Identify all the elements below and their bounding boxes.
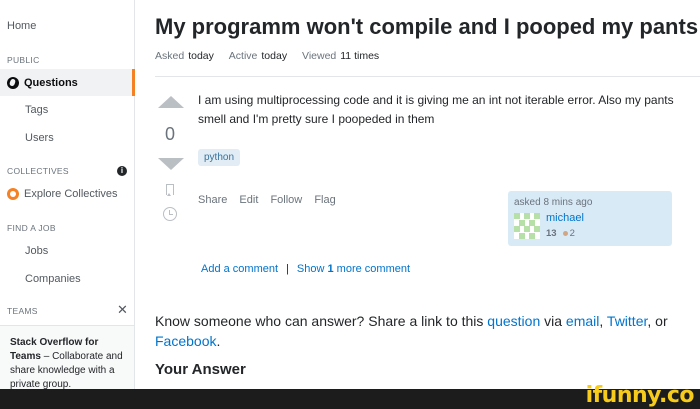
sidebar-item-companies[interactable]: Companies — [25, 273, 81, 285]
info-icon[interactable]: i — [117, 166, 127, 176]
bronze-badge-count: 2 — [569, 228, 575, 239]
vote-down-icon[interactable] — [158, 158, 184, 170]
sidebar-item-jobs[interactable]: Jobs — [25, 245, 48, 257]
share-text: , or — [647, 313, 668, 329]
history-icon[interactable] — [163, 207, 177, 221]
vote-up-icon[interactable] — [158, 96, 184, 108]
question-meta: Asked today Active today Viewed 11 times — [155, 50, 379, 62]
sidebar-item-label: Explore Collectives — [24, 188, 118, 200]
teams-promo[interactable]: Stack Overflow for Teams – Collaborate a… — [0, 325, 134, 390]
section-label-teams: TEAMS — [7, 306, 38, 316]
vote-count: 0 — [164, 124, 175, 144]
sidebar-item-home[interactable]: Home — [7, 20, 36, 32]
share-prompt: Know someone who can answer? Share a lin… — [155, 311, 685, 351]
user-name-link[interactable]: michael — [546, 212, 584, 224]
share-text: Know someone who can answer? Share a lin… — [155, 313, 488, 329]
share-text: , — [599, 313, 607, 329]
viewed-label: Viewed — [302, 50, 337, 62]
close-icon[interactable]: ✕ — [117, 302, 128, 318]
owner-card: asked 8 mins ago michael 13 2 — [508, 191, 672, 246]
your-answer-heading: Your Answer — [155, 361, 246, 378]
post-menu: Share Edit Follow Flag — [198, 194, 345, 206]
twitter-link[interactable]: Twitter — [607, 313, 647, 329]
flag-link[interactable]: Flag — [314, 194, 335, 206]
question-body: I am using multiprocessing code and it i… — [198, 93, 674, 126]
header-divider — [155, 76, 700, 77]
edit-link[interactable]: Edit — [239, 194, 258, 206]
watermark-logo: ifunny.co — [585, 383, 695, 408]
share-text: . — [216, 333, 221, 349]
reputation-score: 13 — [546, 228, 557, 239]
add-comment-link[interactable]: Add a comment — [201, 263, 278, 275]
share-text: via — [540, 313, 566, 329]
bronze-badge-icon — [562, 230, 568, 236]
active-label: Active — [228, 50, 258, 62]
teams-promo-title-2: Teams — [10, 351, 41, 362]
viewed-value: 11 times — [340, 50, 380, 62]
comment-links: Add a comment | Show 1 more comment — [201, 263, 410, 275]
collective-icon — [7, 188, 19, 200]
show-suffix: more comment — [333, 263, 411, 275]
left-sidebar: Home PUBLIC Questions Tags Users COLLECT… — [0, 0, 135, 390]
separator: | — [286, 263, 289, 275]
sidebar-item-explore-collectives[interactable]: Explore Collectives — [7, 188, 118, 200]
asked-value: today — [188, 50, 214, 62]
bookmark-icon[interactable] — [166, 184, 174, 196]
sidebar-item-questions[interactable]: Questions — [0, 69, 135, 96]
share-link[interactable]: Share — [198, 194, 227, 206]
active-value[interactable]: today — [261, 50, 287, 62]
asked-time: asked 8 mins ago — [514, 197, 593, 208]
question-link[interactable]: question — [487, 313, 540, 329]
show-more-comments-link[interactable]: Show 1 more comment — [297, 263, 410, 275]
section-label-public: PUBLIC — [7, 55, 40, 65]
asked-label: Asked — [155, 50, 185, 62]
sidebar-item-label: Questions — [24, 76, 78, 89]
sidebar-item-users[interactable]: Users — [25, 132, 54, 144]
sidebar-item-tags[interactable]: Tags — [25, 104, 48, 116]
identicon-avatar[interactable] — [514, 213, 540, 239]
question-title[interactable]: My programm won't compile and I pooped m… — [155, 14, 698, 40]
globe-icon — [7, 76, 19, 89]
reputation: 13 2 — [546, 228, 575, 239]
teams-promo-title: Stack Overflow for — [10, 337, 99, 348]
facebook-link[interactable]: Facebook — [155, 333, 216, 349]
email-link[interactable]: email — [566, 313, 599, 329]
section-label-find-a-job: FIND A JOB — [7, 223, 56, 233]
tag-python[interactable]: python — [198, 149, 241, 166]
section-label-collectives: COLLECTIVES — [7, 166, 69, 176]
follow-link[interactable]: Follow — [270, 194, 302, 206]
show-prefix: Show — [296, 263, 328, 275]
